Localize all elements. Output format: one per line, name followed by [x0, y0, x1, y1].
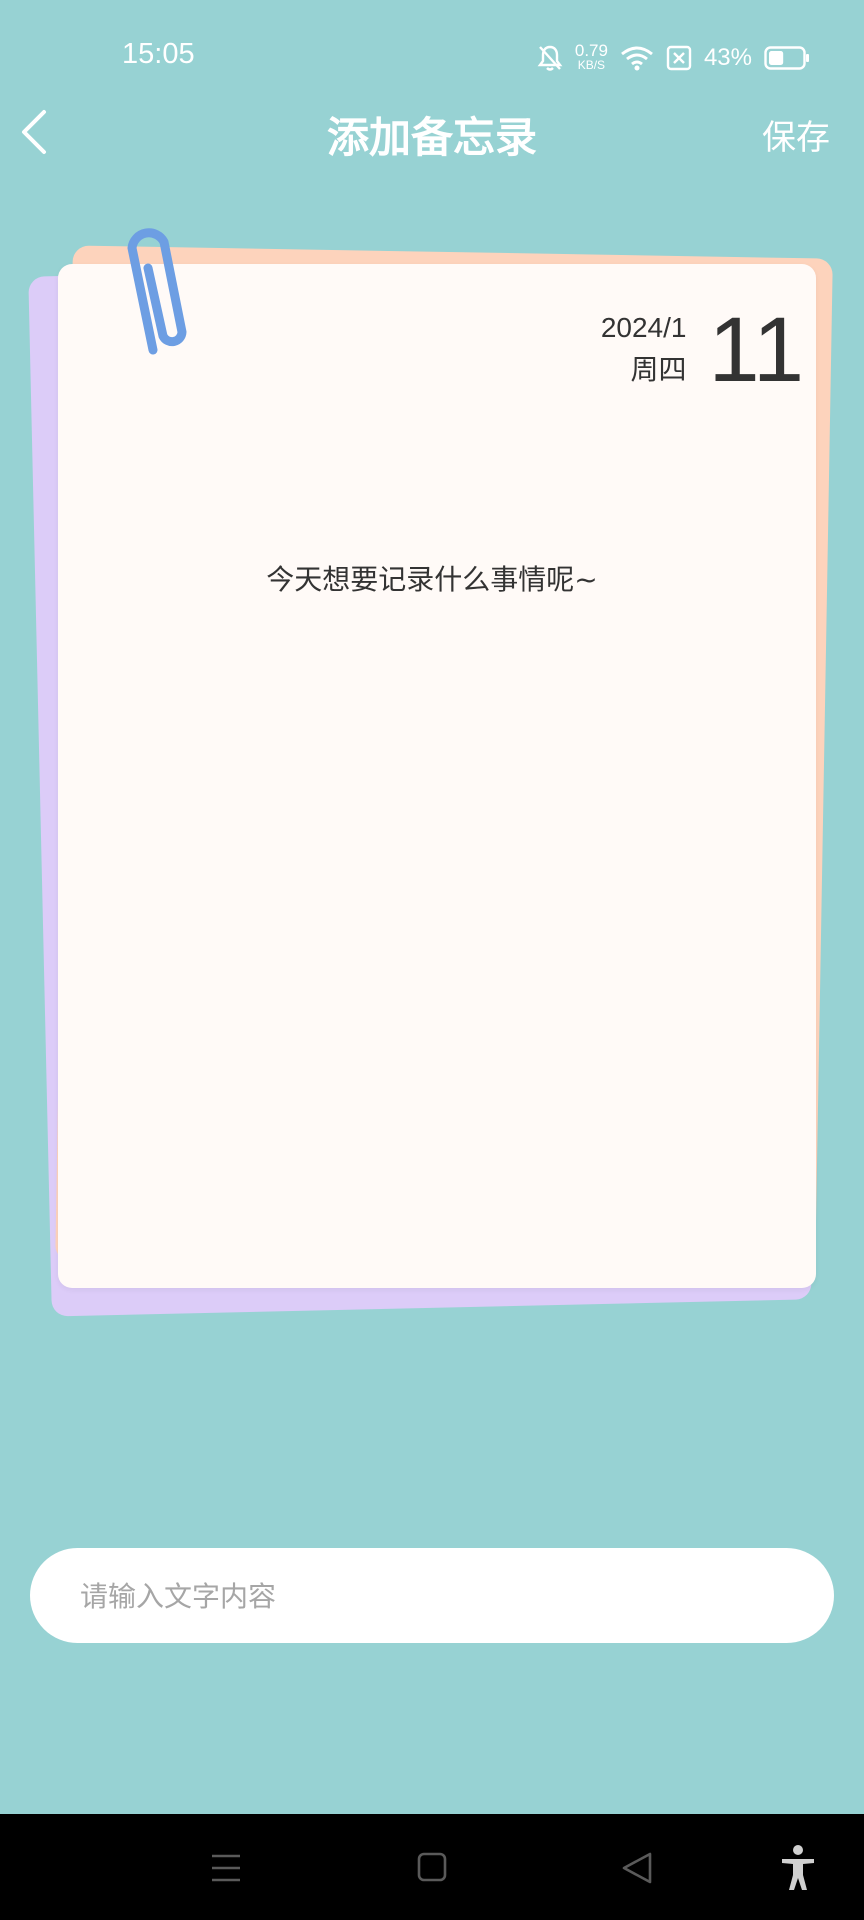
nav-menu-button[interactable]: [198, 1840, 254, 1896]
status-bar: 15:05 0.79 KB/S 43%: [0, 0, 864, 110]
status-icons: 0.79 KB/S 43%: [537, 40, 810, 76]
memo-prompt: 今天想要记录什么事情呢~: [266, 563, 598, 596]
menu-icon: [212, 1854, 240, 1882]
date-left: 2024/1 周四: [601, 308, 687, 392]
sim-x-icon: [666, 45, 692, 71]
accessibility-icon: [782, 1845, 814, 1890]
nav-accessibility-button[interactable]: [770, 1840, 826, 1896]
home-icon: [417, 1852, 447, 1882]
system-nav-bar: [0, 1814, 864, 1920]
nav-back-button[interactable]: [610, 1840, 666, 1896]
app-bar: 添加备忘录 保存: [0, 96, 864, 166]
net-speed-unit: KB/S: [577, 58, 606, 72]
memo-date: 2024/1 周四 11: [601, 300, 804, 400]
save-button[interactable]: 保存: [762, 110, 830, 159]
battery-percent: 43%: [703, 44, 752, 71]
net-speed: 0.79 KB/S: [574, 41, 608, 73]
net-speed-value: 0.79: [574, 41, 608, 60]
memo-paper: [58, 264, 816, 1288]
page-title: 添加备忘录: [326, 113, 537, 162]
memo-text-input[interactable]: [78, 1548, 802, 1645]
nav-home-button[interactable]: [404, 1840, 460, 1896]
back-triangle-icon: [622, 1852, 652, 1884]
paperclip-icon: [127, 228, 187, 355]
mute-bell-icon: [537, 45, 563, 71]
wifi-icon: [621, 46, 653, 71]
date-year-month: 2024/1: [600, 312, 687, 343]
battery-icon: [764, 46, 809, 70]
memo-input-container[interactable]: [30, 1548, 834, 1645]
status-time: 15:05: [122, 38, 195, 70]
date-day: 11: [708, 299, 804, 401]
date-weekday: 周四: [630, 353, 687, 386]
